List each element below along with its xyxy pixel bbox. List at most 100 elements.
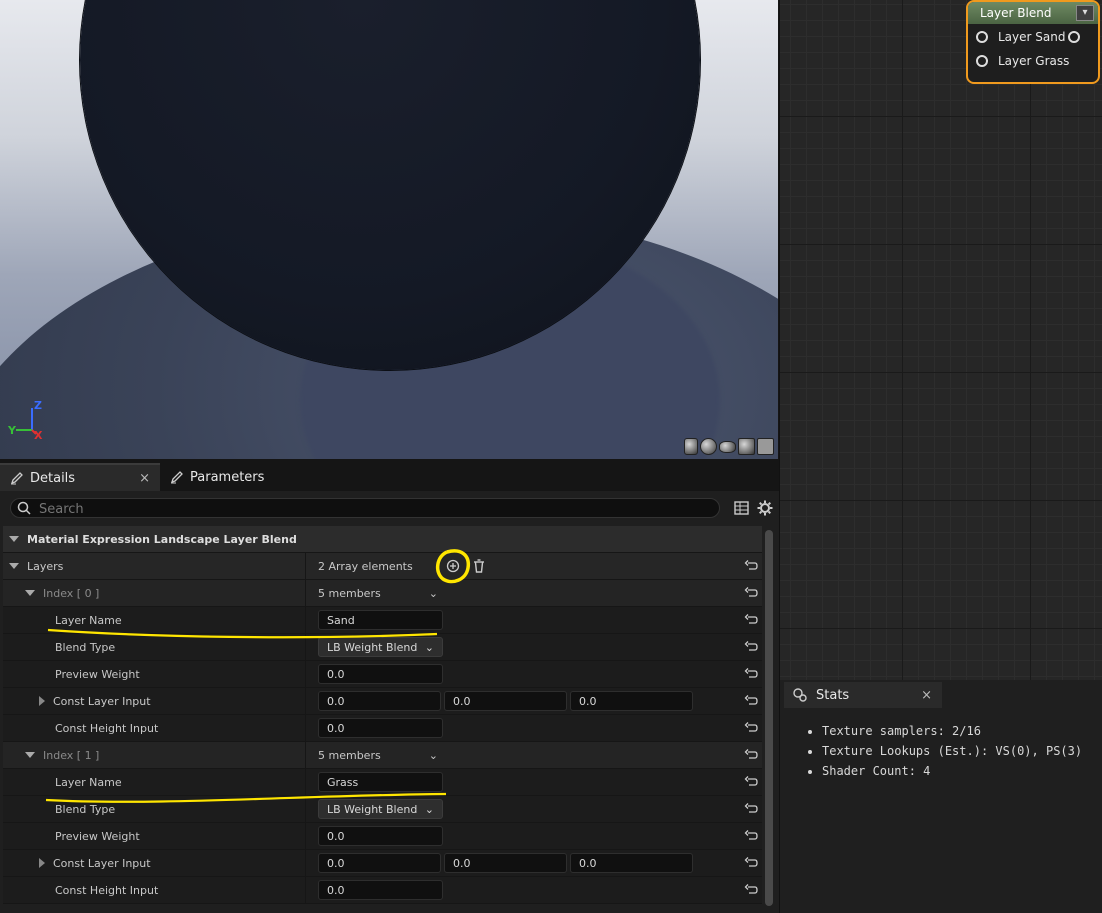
stats-list: Texture samplers: 2/16 Texture Lookups (… bbox=[804, 724, 1082, 784]
material-preview-viewport[interactable]: Z Y X bbox=[0, 0, 778, 459]
reset-to-default-icon[interactable] bbox=[744, 694, 758, 708]
property-label: Blend Type bbox=[55, 640, 116, 654]
axis-y-label: Y bbox=[8, 424, 16, 437]
mesh-preview-icon[interactable] bbox=[757, 438, 774, 455]
tab-label: Details bbox=[30, 470, 76, 486]
chevron-down-icon: ⌄ bbox=[424, 640, 434, 654]
layer-name-row: Layer Name Grass bbox=[3, 769, 762, 796]
layer-blend-node[interactable]: Layer Blend ▾ Layer Sand Layer Grass bbox=[966, 0, 1100, 84]
index-label: Index [ 0 ] bbox=[43, 586, 100, 600]
category-title: Material Expression Landscape Layer Blen… bbox=[27, 532, 297, 546]
search-box[interactable] bbox=[10, 498, 720, 519]
expand-icon[interactable] bbox=[39, 858, 45, 868]
reset-to-default-icon[interactable] bbox=[744, 883, 758, 897]
const-height-field[interactable]: 0.0 bbox=[318, 880, 443, 900]
property-label: Blend Type bbox=[55, 802, 116, 816]
expand-icon[interactable] bbox=[9, 536, 19, 542]
category-header[interactable]: Material Expression Landscape Layer Blen… bbox=[3, 526, 762, 553]
layers-row: Layers 2 Array elements bbox=[3, 553, 762, 580]
const-layer-y-field[interactable]: 0.0 bbox=[444, 853, 567, 873]
index-label: Index [ 1 ] bbox=[43, 748, 100, 762]
tab-parameters[interactable]: Parameters bbox=[160, 463, 280, 491]
property-label: Const Height Input bbox=[55, 721, 159, 735]
expand-icon[interactable] bbox=[25, 752, 35, 758]
reset-to-default-icon[interactable] bbox=[744, 586, 758, 600]
stats-item: Texture Lookups (Est.): VS(0), PS(3) bbox=[822, 744, 1082, 758]
pin-layer-grass[interactable]: Layer Grass bbox=[968, 48, 1098, 74]
trash-icon[interactable] bbox=[472, 559, 486, 573]
cube-preview-icon[interactable] bbox=[738, 438, 755, 455]
const-layer-z-field[interactable]: 0.0 bbox=[570, 691, 693, 711]
const-height-field[interactable]: 0.0 bbox=[318, 718, 443, 738]
expand-icon[interactable] bbox=[9, 563, 19, 569]
close-icon[interactable]: × bbox=[921, 688, 932, 703]
members-count: 5 members bbox=[318, 586, 381, 600]
const-layer-input-row: Const Layer Input 0.0 0.0 0.0 bbox=[3, 688, 762, 715]
blend-type-dropdown[interactable]: LB Weight Blend ⌄ bbox=[318, 637, 443, 657]
array-count: 2 Array elements bbox=[318, 559, 413, 573]
property-label: Const Height Input bbox=[55, 883, 159, 897]
stats-item: Texture samplers: 2/16 bbox=[822, 724, 1082, 738]
expand-icon[interactable] bbox=[39, 696, 45, 706]
const-height-input-row: Const Height Input 0.0 bbox=[3, 715, 762, 742]
plane-preview-icon[interactable] bbox=[719, 441, 736, 453]
reset-to-default-icon[interactable] bbox=[744, 640, 758, 654]
property-label: Const Layer Input bbox=[53, 856, 151, 870]
material-graph[interactable] bbox=[779, 0, 1102, 680]
blend-type-value: LB Weight Blend bbox=[327, 640, 418, 654]
axis-x-label: X bbox=[34, 429, 43, 442]
gear-icon[interactable] bbox=[757, 500, 773, 516]
reset-to-default-icon[interactable] bbox=[744, 856, 758, 870]
search-input[interactable] bbox=[37, 499, 701, 519]
members-count: 5 members bbox=[318, 748, 381, 762]
const-layer-z-field[interactable]: 0.0 bbox=[570, 853, 693, 873]
property-label: Const Layer Input bbox=[53, 694, 151, 708]
reset-to-default-icon[interactable] bbox=[744, 748, 758, 762]
const-layer-x-field[interactable]: 0.0 bbox=[318, 853, 441, 873]
reset-to-default-icon[interactable] bbox=[744, 802, 758, 816]
pin-layer-sand[interactable]: Layer Sand bbox=[968, 24, 1098, 50]
pencil-icon bbox=[10, 472, 23, 485]
const-layer-input-row: Const Layer Input 0.0 0.0 0.0 bbox=[3, 850, 762, 877]
table-view-icon[interactable] bbox=[734, 501, 749, 515]
chevron-down-icon[interactable]: ▾ bbox=[1076, 5, 1094, 21]
layer-name-field[interactable]: Sand bbox=[318, 610, 443, 630]
search-icon bbox=[17, 501, 31, 515]
close-icon[interactable]: × bbox=[139, 471, 150, 486]
reset-to-default-icon[interactable] bbox=[744, 667, 758, 681]
index-0-row: Index [ 0 ] 5 members ⌄ bbox=[3, 580, 762, 607]
members-dropdown[interactable]: 5 members ⌄ bbox=[318, 587, 438, 600]
reset-to-default-icon[interactable] bbox=[744, 775, 758, 789]
axis-z-label: Z bbox=[34, 399, 42, 412]
details-scrollbar[interactable] bbox=[765, 530, 773, 906]
tab-details[interactable]: Details × bbox=[0, 463, 160, 491]
layer-name-field[interactable]: Grass bbox=[318, 772, 443, 792]
blend-type-value: LB Weight Blend bbox=[327, 802, 418, 816]
input-pin-icon[interactable] bbox=[976, 55, 988, 67]
cylinder-preview-icon[interactable] bbox=[684, 438, 698, 455]
layers-label: Layers bbox=[27, 559, 64, 573]
reset-to-default-icon[interactable] bbox=[744, 721, 758, 735]
reset-to-default-icon[interactable] bbox=[744, 829, 758, 843]
node-header[interactable]: Layer Blend ▾ bbox=[968, 2, 1098, 24]
tab-label: Parameters bbox=[190, 469, 265, 485]
const-layer-x-field[interactable]: 0.0 bbox=[318, 691, 441, 711]
const-layer-y-field[interactable]: 0.0 bbox=[444, 691, 567, 711]
members-dropdown[interactable]: 5 members ⌄ bbox=[318, 749, 438, 762]
property-label: Layer Name bbox=[55, 613, 122, 627]
preview-weight-field[interactable]: 0.0 bbox=[318, 826, 443, 846]
blend-type-dropdown[interactable]: LB Weight Blend ⌄ bbox=[318, 799, 443, 819]
index-1-row: Index [ 1 ] 5 members ⌄ bbox=[3, 742, 762, 769]
reset-to-default-icon[interactable] bbox=[744, 559, 758, 573]
sphere-preview-icon[interactable] bbox=[700, 438, 717, 455]
output-pin-icon[interactable] bbox=[1068, 31, 1080, 43]
expand-icon[interactable] bbox=[25, 590, 35, 596]
tab-stats[interactable]: Stats × bbox=[784, 682, 942, 708]
preview-weight-field[interactable]: 0.0 bbox=[318, 664, 443, 684]
reset-to-default-icon[interactable] bbox=[744, 613, 758, 627]
const-height-input-row: Const Height Input 0.0 bbox=[3, 877, 762, 904]
add-element-icon[interactable] bbox=[446, 559, 460, 573]
property-label: Preview Weight bbox=[55, 829, 140, 843]
layer-name-row: Layer Name Sand bbox=[3, 607, 762, 634]
input-pin-icon[interactable] bbox=[976, 31, 988, 43]
